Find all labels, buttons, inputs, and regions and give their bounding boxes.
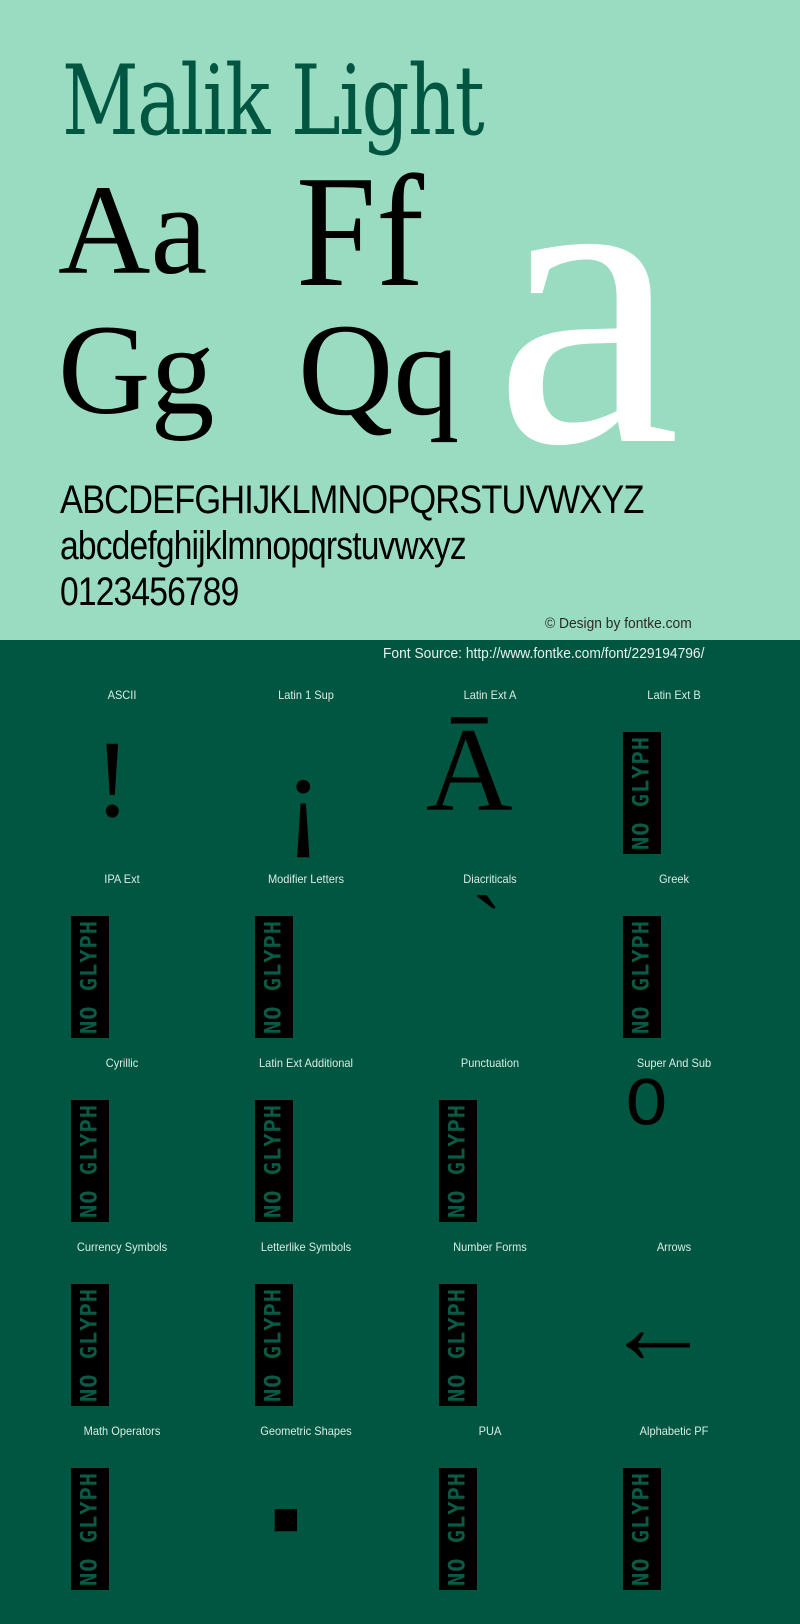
unicode-block-cell: Arrows ← [582,1232,766,1416]
unicode-block-cell: Currency Symbols NO GLYPH [30,1232,214,1416]
unicode-block-cell: Math Operators NO GLYPH [30,1416,214,1600]
no-glyph-text: NO GLYPH [445,1288,471,1402]
digits-sample: 0123456789 [60,570,239,614]
no-glyph-placeholder: NO GLYPH [623,1468,661,1590]
no-glyph-text: NO GLYPH [629,920,655,1034]
block-label: PUA [478,1424,502,1438]
no-glyph-text: NO GLYPH [261,1104,287,1218]
block-label: Math Operators [83,1424,161,1438]
uppercase-sample: ABCDEFGHIJKLMNOPQRSTUVWXYZ [60,478,644,522]
block-label: Arrows [656,1240,692,1254]
no-glyph-placeholder: NO GLYPH [439,1100,477,1222]
block-label: Latin Ext B [647,688,701,702]
block-label: Latin 1 Sup [278,688,334,702]
no-glyph-text: NO GLYPH [77,1288,103,1402]
no-glyph-text: NO GLYPH [77,1104,103,1218]
unicode-block-cell: Punctuation NO GLYPH [398,1048,582,1232]
no-glyph-text: NO GLYPH [261,1288,287,1402]
unicode-block-cell: PUA NO GLYPH [398,1416,582,1600]
unicode-block-cell: Alphabetic PF NO GLYPH [582,1416,766,1600]
glyph-pair-ff: Ff [296,142,425,320]
block-label: Letterlike Symbols [260,1240,352,1254]
block-label: Modifier Letters [267,872,345,886]
block-glyph: ¡ [284,732,323,860]
block-glyph: Ā [426,703,513,836]
no-glyph-placeholder: NO GLYPH [623,916,661,1038]
no-glyph-placeholder: NO GLYPH [439,1468,477,1590]
no-glyph-placeholder: NO GLYPH [71,1468,109,1590]
unicode-block-cell: Number Forms NO GLYPH [398,1232,582,1416]
block-label: Punctuation [460,1056,520,1070]
block-glyph: ▪ [270,1469,302,1568]
block-label: Geometric Shapes [260,1424,352,1438]
block-label: Latin Ext Additional [259,1056,353,1070]
unicode-block-cell: Diacriticals ` [398,864,582,1048]
no-glyph-placeholder: NO GLYPH [255,916,293,1038]
block-label: Number Forms [453,1240,527,1254]
unicode-block-cell: Latin Ext AĀ [398,680,582,864]
block-glyph: ` [472,879,502,978]
no-glyph-text: NO GLYPH [77,1472,103,1586]
block-label: Super And Sub [636,1056,712,1070]
no-glyph-placeholder: NO GLYPH [71,1100,109,1222]
unicode-block-cell: Geometric Shapes ▪ [214,1416,398,1600]
unicode-block-cell: Greek NO GLYPH [582,864,766,1048]
block-glyph: ← [604,1268,712,1387]
no-glyph-placeholder: NO GLYPH [623,732,661,854]
no-glyph-placeholder: NO GLYPH [71,916,109,1038]
block-label: ASCII [107,688,137,702]
no-glyph-text: NO GLYPH [629,1472,655,1586]
lowercase-sample: abcdefghijklmnopqrstuvwxyz [60,524,467,568]
unicode-block-cell: Letterlike Symbols NO GLYPH [214,1232,398,1416]
glyph-pair-gg: Gg [58,299,215,441]
block-label: Greek [658,872,690,886]
big-glyph: a [494,67,681,532]
block-glyph: ⁰ [624,1062,669,1184]
no-glyph-placeholder: NO GLYPH [255,1100,293,1222]
unicode-block-cell: Modifier Letters NO GLYPH [214,864,398,1048]
no-glyph-text: NO GLYPH [445,1104,471,1218]
no-glyph-text: NO GLYPH [445,1472,471,1586]
block-label: Currency Symbols [76,1240,168,1254]
font-source-link[interactable]: Font Source: http://www.fontke.com/font/… [383,645,704,662]
unicode-block-cell: Latin Ext B NO GLYPH [582,680,766,864]
unicode-block-cell: Latin Ext Additional NO GLYPH [214,1048,398,1232]
block-label: Latin Ext A [463,688,517,702]
block-glyph: ! [94,718,131,840]
unicode-block-cell: Latin 1 Sup ¡ [214,680,398,864]
unicode-block-cell: Super And Sub ⁰ [582,1048,766,1232]
unicode-block-cell: IPA Ext NO GLYPH [30,864,214,1048]
block-label: Cyrillic [105,1056,139,1070]
glyph-pair-qq: Qq [298,296,460,443]
design-credit: © Design by fontke.com [545,615,692,632]
glyph-pair-aa: Aa [58,159,208,301]
no-glyph-text: NO GLYPH [261,920,287,1034]
no-glyph-placeholder: NO GLYPH [439,1284,477,1406]
block-label: Alphabetic PF [639,1424,709,1438]
font-title: Malik Light [62,45,485,157]
unicode-block-cell: ASCII! [30,680,214,864]
specimen-header: Malik Light Aa Ff Gg Qq a ABCDEFGHIJKLMN… [0,0,800,640]
no-glyph-text: NO GLYPH [77,920,103,1034]
no-glyph-placeholder: NO GLYPH [71,1284,109,1406]
block-label: IPA Ext [104,872,140,886]
unicode-block-cell: Cyrillic NO GLYPH [30,1048,214,1232]
no-glyph-text: NO GLYPH [629,736,655,850]
no-glyph-placeholder: NO GLYPH [255,1284,293,1406]
